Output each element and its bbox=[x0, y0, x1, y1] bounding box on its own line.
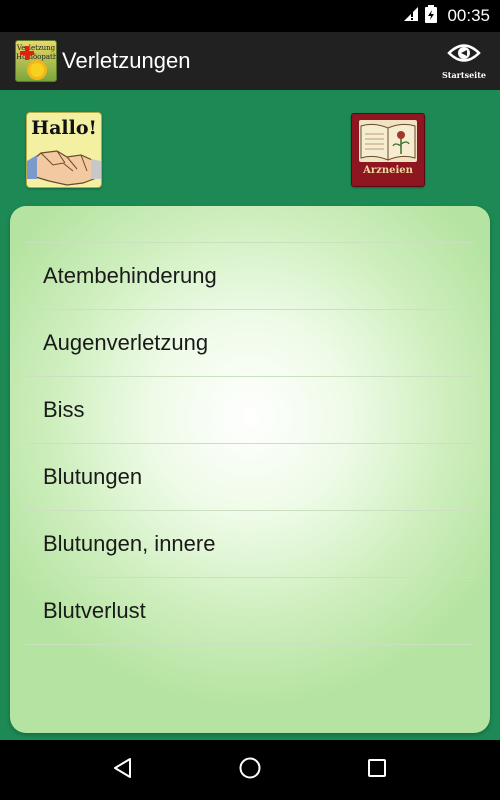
app-logo-icon[interactable]: Verletzung Homöopathie bbox=[15, 40, 57, 82]
action-bar: Verletzung Homöopathie Verletzungen Star… bbox=[0, 32, 500, 90]
back-icon bbox=[112, 757, 134, 783]
back-button[interactable] bbox=[103, 750, 143, 790]
status-right: 00:35 bbox=[403, 0, 490, 32]
list-item[interactable]: Atembehinderung bbox=[26, 242, 474, 309]
arzneien-label: Arzneien bbox=[363, 165, 413, 176]
book-icon bbox=[359, 120, 417, 162]
home-button[interactable] bbox=[230, 750, 270, 790]
arzneien-button[interactable]: Arzneien bbox=[351, 113, 425, 187]
navigation-bar bbox=[0, 740, 500, 800]
startseite-button[interactable]: Startseite bbox=[442, 38, 486, 84]
injury-list: Atembehinderung Augenverletzung Biss Blu… bbox=[26, 242, 474, 645]
status-bar: 00:35 bbox=[0, 0, 500, 32]
home-icon bbox=[238, 756, 262, 784]
list-item[interactable]: Biss bbox=[26, 376, 474, 443]
recents-icon bbox=[366, 757, 388, 783]
battery-icon bbox=[425, 5, 438, 27]
list-panel: Atembehinderung Augenverletzung Biss Blu… bbox=[10, 206, 490, 733]
page-title: Verletzungen bbox=[62, 48, 191, 73]
recents-button[interactable] bbox=[357, 750, 397, 790]
list-item[interactable]: Blutungen bbox=[26, 443, 474, 510]
list-item[interactable]: Augenverletzung bbox=[26, 309, 474, 376]
hallo-button[interactable]: Hallo! bbox=[26, 112, 102, 188]
startseite-label: Startseite bbox=[442, 70, 486, 80]
list-item[interactable]: Blutungen, innere bbox=[26, 510, 474, 577]
signal-icon bbox=[403, 6, 419, 26]
status-time: 00:35 bbox=[447, 6, 490, 25]
eye-icon bbox=[447, 42, 481, 68]
content-area: Hallo! Arzneien Atembehinderung Augenver… bbox=[0, 90, 500, 740]
list-item[interactable]: Blutverlust bbox=[26, 577, 474, 645]
